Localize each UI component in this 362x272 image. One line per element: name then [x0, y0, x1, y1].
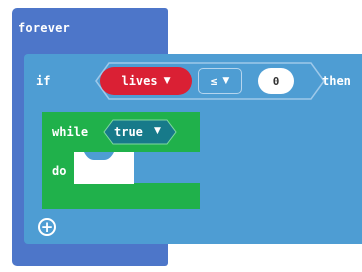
do-label: do	[52, 164, 67, 178]
then-label: then	[322, 74, 351, 88]
block-canvas: forever if lives ▼ ≤ ▼ 0 then while true…	[0, 0, 362, 272]
forever-label: forever	[18, 21, 70, 35]
lives-variable-dropdown[interactable]: lives ▼	[100, 67, 192, 95]
plus-circle-icon[interactable]: +	[38, 218, 56, 236]
operator-dropdown[interactable]: ≤ ▼	[198, 68, 242, 94]
while-block-foot	[42, 183, 200, 209]
caret-down-icon: ▼	[163, 76, 171, 86]
compare-value-input[interactable]: 0	[258, 68, 294, 94]
lives-variable-label: lives	[121, 74, 158, 88]
while-label: while	[52, 125, 89, 139]
caret-down-icon: ▼	[222, 76, 230, 86]
empty-statement-slot[interactable]	[74, 152, 134, 184]
if-label: if	[36, 74, 51, 88]
while-condition-label: true	[114, 125, 143, 139]
caret-down-icon: ▼	[154, 126, 161, 136]
operator-label: ≤	[210, 74, 218, 88]
